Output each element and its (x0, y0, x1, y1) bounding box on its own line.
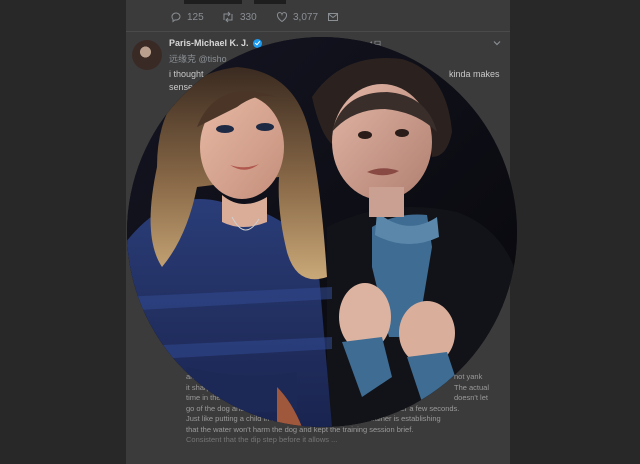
portrait-illustration (127, 37, 517, 427)
author-name[interactable]: Paris-Michael K. J. (169, 38, 249, 48)
reply-button[interactable]: 125 (170, 8, 204, 26)
like-count: 3,077 (293, 11, 319, 23)
direct-message-button[interactable] (327, 8, 339, 26)
previous-tweet-actions: 125 330 3,077 (126, 8, 510, 28)
reply-icon (171, 12, 181, 23)
media-preview-strip (184, 0, 242, 4)
media-preview-strip (254, 0, 286, 4)
retweet-button[interactable]: 330 (221, 8, 257, 26)
handle-text: @tisho (198, 54, 227, 64)
retweet-count: 330 (240, 11, 257, 23)
like-icon (276, 12, 288, 23)
avatar[interactable] (132, 40, 162, 70)
tweet-text-right: kinda makes (449, 69, 500, 79)
author-handle: 远缘克 @tisho (169, 52, 227, 65)
body-line: Consistent that the dip step before it a… (186, 435, 338, 444)
tweet-author[interactable]: Paris-Michael K. J. (169, 38, 262, 48)
handle-prefix: 远缘克 (169, 54, 197, 64)
message-icon (328, 13, 338, 21)
like-button[interactable]: 3,077 (276, 8, 318, 26)
screen: 125 330 3,077 Paris-Michael K. J. 远缘克 @t… (0, 0, 640, 464)
tweet-text-left: i thought (169, 69, 204, 79)
chevron-down-icon[interactable] (492, 38, 502, 48)
reply-count: 125 (187, 11, 204, 23)
circular-photo (127, 37, 517, 427)
retweet-icon (223, 11, 233, 23)
